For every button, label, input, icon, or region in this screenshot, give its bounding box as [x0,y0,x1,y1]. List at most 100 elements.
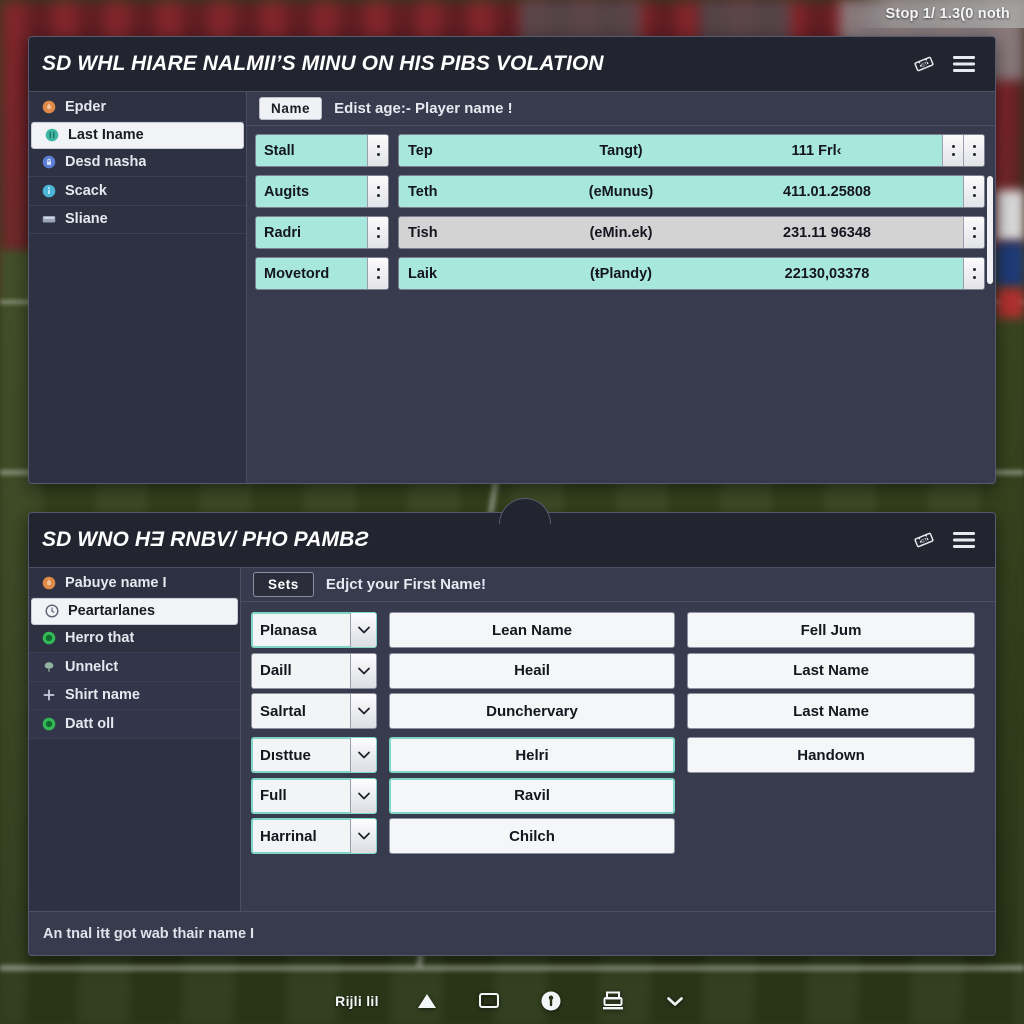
taskbar: Rĳli lil [0,978,1024,1024]
row-select[interactable]: Full [251,777,377,814]
row-combo-value: Movetord [264,265,330,282]
printer-tray-icon[interactable] [599,987,627,1015]
top-status-text: Stop 1/ 1.3(0 noth [885,6,1010,22]
sidebar-item-peartarlanes[interactable]: Peartarlanes [31,597,238,625]
chevron-down-icon[interactable] [350,694,376,728]
card-icon [41,212,56,227]
row-field-b: (ŧPlandy) [589,265,653,282]
row-field-right[interactable]: Last Name [687,693,975,729]
row-combo[interactable]: Radri [255,216,389,249]
sidebar-item-unnelct[interactable]: Unnelct [29,653,240,682]
green-circle-icon [41,716,56,731]
combo-spinner[interactable] [367,135,388,166]
row-combo[interactable]: Movetord [255,257,389,290]
chevron-down-icon[interactable] [350,653,376,688]
info-circle-icon [41,183,56,198]
chevron-down-icon[interactable] [350,778,376,813]
ticket-icon[interactable]: ST [909,525,939,555]
row-detail[interactable]: Teth (eMunus) 411.01.25808 [398,175,985,208]
sidebar-item-pabuye-name[interactable]: Pabuye name I [29,569,240,598]
pitch-line [0,965,1024,971]
row-field-middle[interactable]: Helri [389,737,675,773]
ticket-icon[interactable]: ST [909,49,939,79]
row-combo[interactable]: Stall [255,134,389,167]
list-scrollbar[interactable] [987,176,993,284]
table-row[interactable]: Radri Tish (eMin.ek) 231.11 96348 [255,216,985,249]
monitor-icon[interactable] [475,987,503,1015]
chevron-down-icon[interactable] [661,987,689,1015]
row-field-right[interactable]: Fell Jum [687,612,975,648]
panel-one-content: Name Edist age:- Player name ! Stall Tep… [247,92,995,483]
row-select[interactable]: Harrinal [251,818,377,854]
taskbar-label[interactable]: Rĳli lil [335,993,379,1009]
table-row[interactable]: Augits Teth (eMunus) 411.01.25808 [255,175,985,208]
tab-name[interactable]: Name [259,97,323,120]
sidebar-item-herro-that[interactable]: Herro that [29,625,240,653]
sidebar-item-shirt-name[interactable]: Shirt name [29,681,240,710]
row-field-right[interactable]: Last Name [687,652,975,689]
row-combo-value: Radri [264,224,302,241]
top-status-bar: Stop 1/ 1.3(0 noth [855,0,1024,28]
row-spinner-secondary[interactable] [963,135,984,166]
sidebar-item-label: Sliane [65,211,108,228]
panel-one-body: Epder Last Iname Desd nasha Scack Sliane… [29,92,995,483]
row-field-middle[interactable]: Heail [389,652,675,689]
panel-name-settings: SD WNO HƎ RNBV/ PHO PAMBƧ ST Pabuye name… [28,512,996,956]
row-field-c: 231.11 96348 [783,224,871,241]
row-field-middle[interactable]: Ravil [389,777,675,814]
hamburger-menu-icon[interactable] [949,49,979,79]
row-combo[interactable]: Augits [255,175,389,208]
row-select[interactable]: Planasa [251,612,377,648]
sidebar-item-scack[interactable]: Scack [29,177,246,206]
row-field-middle[interactable]: Dunchervary [389,693,675,729]
chevron-down-icon[interactable] [350,738,376,772]
chevron-down-icon[interactable] [350,819,376,853]
advert-board [996,190,1024,242]
row-spinner[interactable] [942,135,963,166]
row-detail[interactable]: Tep Tangt) 111 Frl‹ [398,134,985,167]
row-spinner[interactable] [963,176,984,207]
row-field-a: Tish [408,224,438,241]
chevron-down-icon[interactable] [350,613,376,647]
panel-one-sidebar: Epder Last Iname Desd nasha Scack Sliane [29,92,247,483]
triangle-up-icon[interactable] [413,987,441,1015]
tab-sets[interactable]: Sets [253,572,314,597]
row-field-a: Teth [408,183,438,200]
orange-circle-icon [41,575,56,590]
table-row[interactable]: Movetord Laik (ŧPlandy) 22130,03378 [255,257,985,290]
status-text: An tnal itŧ got wab thair name I [43,925,255,942]
sidebar-item-last-iname[interactable]: Last Iname [31,121,244,149]
row-spinner[interactable] [963,217,984,248]
sidebar-item-label: Unnelct [65,658,119,675]
hamburger-menu-icon[interactable] [949,525,979,555]
row-field-right[interactable]: Handown [687,737,975,773]
sidebar-item-sliane[interactable]: Sliane [29,206,246,234]
row-spinner[interactable] [963,258,984,289]
sidebar-filler [29,739,240,912]
row-select[interactable]: Daill [251,652,377,689]
panel-two-sidebar: Pabuye name I Peartarlanes Herro that Un… [29,568,241,911]
sidebar-item-datt-oll[interactable]: Datt oll [29,710,240,739]
row-select[interactable]: Salrtal [251,693,377,729]
row-detail[interactable]: Tish (eMin.ek) 231.11 96348 [398,216,985,249]
sidebar-item-label: Shirt name [65,687,140,704]
table-row[interactable]: Stall Tep Tangt) 111 Frl‹ [255,134,985,167]
circle-key-icon[interactable] [537,987,565,1015]
panel-one-header: SD WHL HIARE NALMII’S MINU ON HIS PIBS V… [29,37,995,92]
combo-spinner[interactable] [367,258,388,289]
row-field-middle[interactable]: Chilch [389,818,675,854]
sidebar-item-epder[interactable]: Epder [29,93,246,122]
row-field-middle[interactable]: Lean Name [389,612,675,648]
row-select[interactable]: Dısttue [251,737,377,773]
combo-spinner[interactable] [367,217,388,248]
sidebar-item-desd-nasha[interactable]: Desd nasha [29,149,246,177]
row-detail[interactable]: Laik (ŧPlandy) 22130,03378 [398,257,985,290]
form-row: Salrtal Dunchervary Last Name [251,693,985,729]
screen: Stop 1/ 1.3(0 noth SD WHL HIARE NALMII’S… [0,0,1024,1024]
combo-spinner[interactable] [367,176,388,207]
advert-board [996,288,1024,318]
form-row: Harrinal Chilch [251,818,985,854]
row-field-c: 411.01.25808 [783,183,871,200]
panel-two-status-bar: An tnal itŧ got wab thair name I [29,911,995,955]
panel-two-title: SD WNO HƎ RNBV/ PHO PAMBƧ [42,528,369,551]
